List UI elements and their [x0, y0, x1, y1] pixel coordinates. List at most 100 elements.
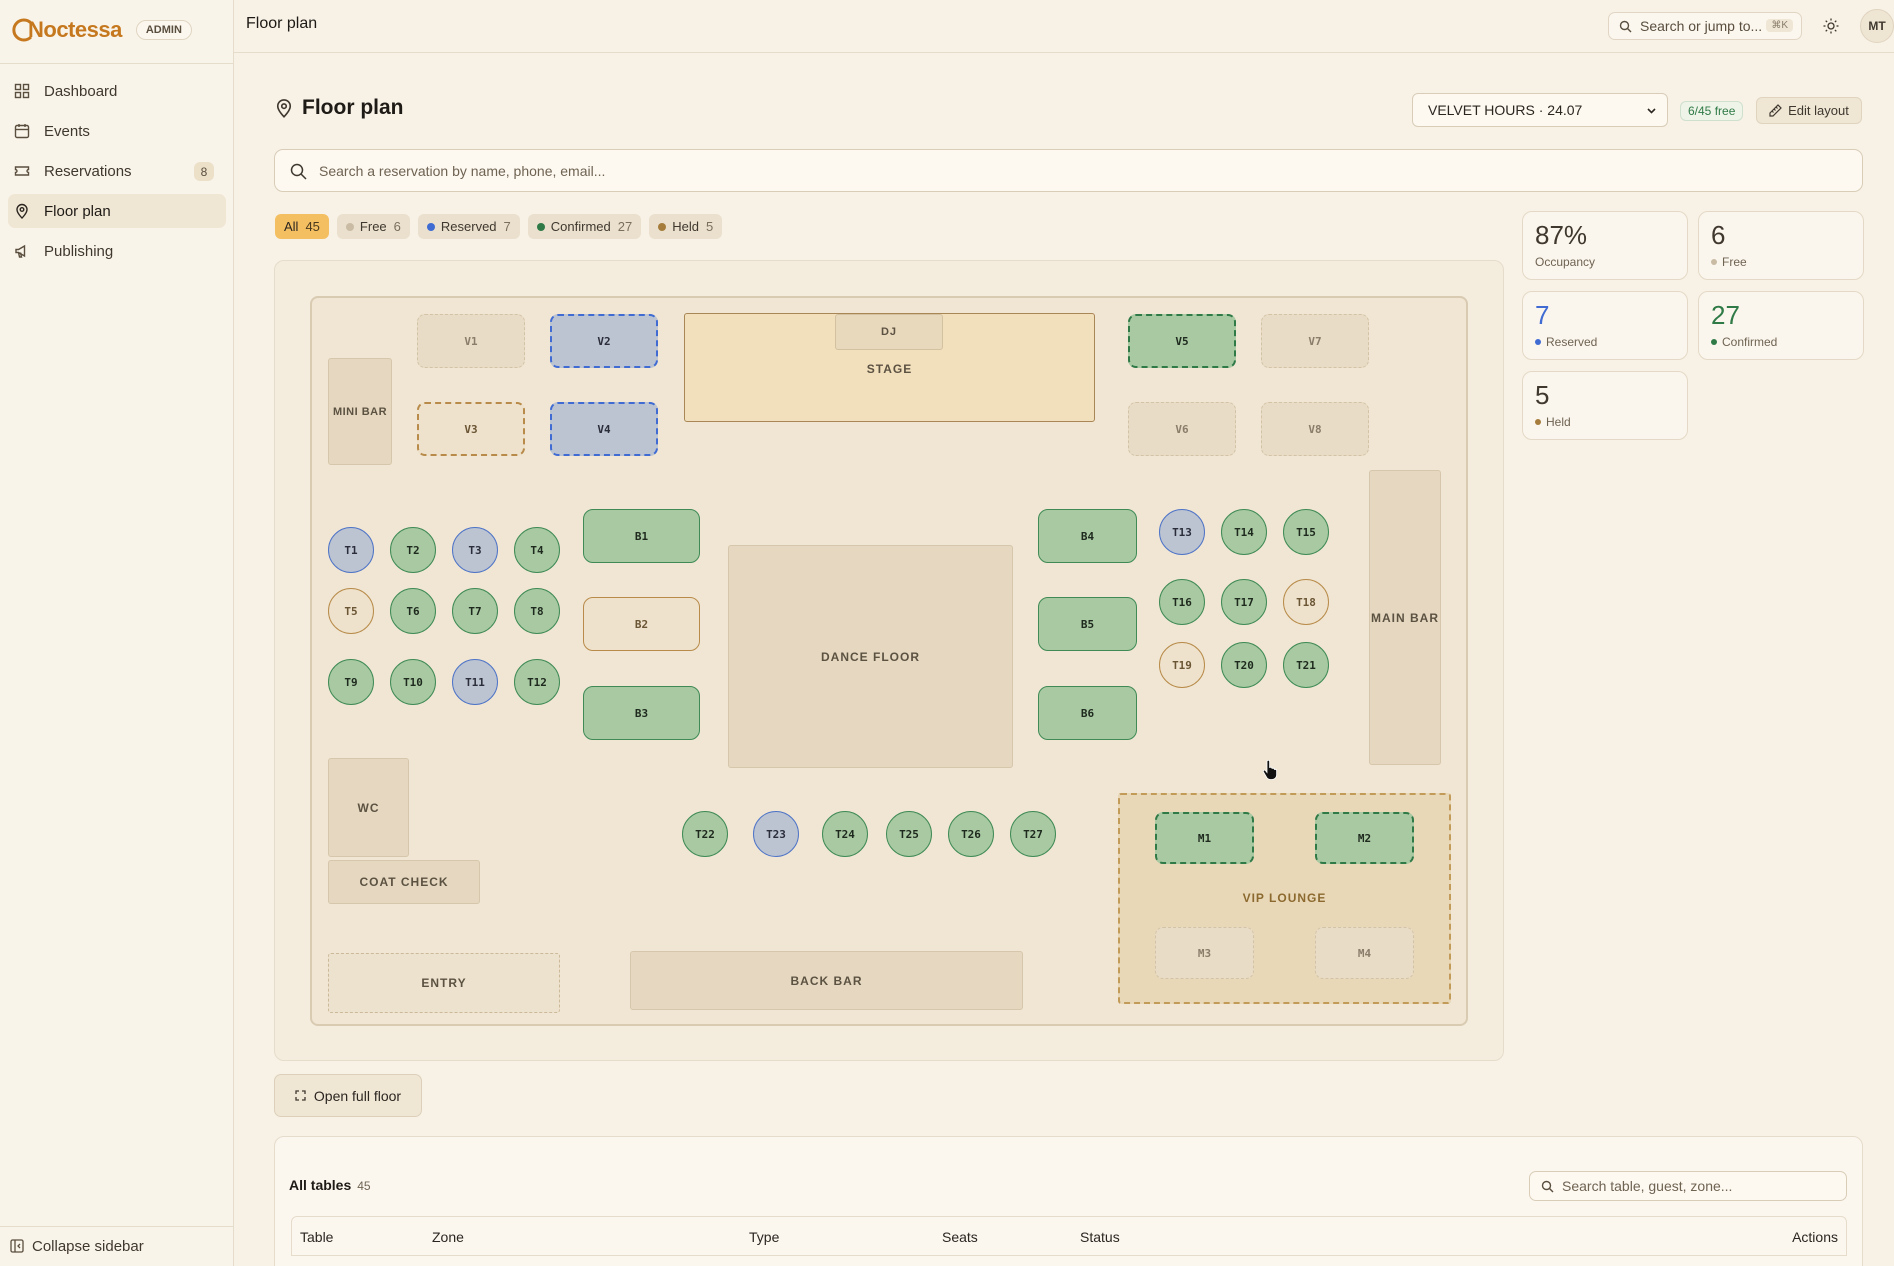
topbar: Floor plan Search or jump to... ⌘K MT: [234, 0, 1894, 53]
stat-label-text: Reserved: [1546, 335, 1598, 349]
stat-label-text: Occupancy: [1535, 255, 1596, 269]
table-T5[interactable]: T5: [328, 588, 374, 634]
search-icon: [1619, 20, 1632, 33]
avatar[interactable]: MT: [1860, 9, 1894, 43]
table-T23[interactable]: T23: [753, 811, 799, 857]
table-T26[interactable]: T26: [948, 811, 994, 857]
table-V6[interactable]: V6: [1128, 402, 1236, 456]
status-dot: [658, 222, 667, 231]
sidebar-item-dashboard[interactable]: Dashboard: [8, 74, 226, 108]
filter-chip-reserved[interactable]: Reserved 7: [417, 214, 520, 239]
table-T21[interactable]: T21: [1283, 642, 1329, 688]
event-select[interactable]: VELVET HOURS · 24.07: [1412, 93, 1668, 127]
sidebar-item-reservations[interactable]: Reservations 8: [8, 154, 226, 188]
table-M2[interactable]: M2: [1315, 812, 1414, 864]
table-T24[interactable]: T24: [822, 811, 868, 857]
filter-chip-all[interactable]: All 45: [275, 214, 329, 239]
table-T10[interactable]: T10: [390, 659, 436, 705]
stat-occupancy: 87% Occupancy: [1522, 211, 1688, 280]
table-V3[interactable]: V3: [417, 402, 525, 456]
table-B3[interactable]: B3: [583, 686, 700, 740]
filter-chip-held[interactable]: Held 5: [649, 214, 723, 239]
chip-label: All: [284, 219, 299, 234]
table-B2[interactable]: B2: [583, 597, 700, 651]
table-T8[interactable]: T8: [514, 588, 560, 634]
table-T7[interactable]: T7: [452, 588, 498, 634]
reservation-search-input[interactable]: Search a reservation by name, phone, ema…: [274, 149, 1863, 192]
column-header-table[interactable]: Table: [300, 1229, 333, 1245]
table-V4[interactable]: V4: [550, 402, 658, 456]
theme-toggle-button[interactable]: [1820, 15, 1842, 37]
table-T17[interactable]: T17: [1221, 579, 1267, 625]
table-T19[interactable]: T19: [1159, 642, 1205, 688]
table-T11[interactable]: T11: [452, 659, 498, 705]
filter-chip-confirmed[interactable]: Confirmed 27: [527, 214, 642, 239]
zone-mini-bar: MINI BAR: [328, 358, 392, 465]
open-full-floor-label: Open full floor: [313, 1087, 402, 1104]
zone-entry: ENTRY: [328, 953, 560, 1013]
table-T22[interactable]: T22: [682, 811, 728, 857]
status-dot: [1711, 339, 1717, 345]
chip-count: 27: [617, 219, 633, 234]
chip-label: Free: [359, 219, 387, 234]
table-T2[interactable]: T2: [390, 527, 436, 573]
expand-icon: [295, 1090, 306, 1101]
table-T18[interactable]: T18: [1283, 579, 1329, 625]
reservation-search-placeholder: Search a reservation by name, phone, ema…: [319, 162, 606, 179]
stat-value: 6: [1711, 220, 1726, 250]
table-B5[interactable]: B5: [1038, 597, 1137, 651]
sidebar-item-floor-plan[interactable]: Floor plan: [8, 194, 226, 228]
event-select-value: VELVET HOURS · 24.07: [1428, 102, 1583, 118]
column-header-type[interactable]: Type: [749, 1229, 779, 1245]
table-M4[interactable]: M4: [1315, 927, 1414, 979]
zone-dance-floor: DANCE FLOOR: [728, 545, 1013, 768]
table-T6[interactable]: T6: [390, 588, 436, 634]
stat-free: 6 Free: [1698, 211, 1864, 280]
table-B4[interactable]: B4: [1038, 509, 1137, 563]
sidebar-item-publishing[interactable]: Publishing: [8, 234, 226, 268]
status-dot: [1535, 419, 1541, 425]
edit-layout-button[interactable]: Edit layout: [1756, 97, 1862, 124]
table-B6[interactable]: B6: [1038, 686, 1137, 740]
table-T1[interactable]: T1: [328, 527, 374, 573]
table-T12[interactable]: T12: [514, 659, 560, 705]
table-T13[interactable]: T13: [1159, 509, 1205, 555]
tables-search-input[interactable]: Search table, guest, zone...: [1529, 1171, 1847, 1201]
table-T14[interactable]: T14: [1221, 509, 1267, 555]
table-M1[interactable]: M1: [1155, 812, 1254, 864]
table-T20[interactable]: T20: [1221, 642, 1267, 688]
filter-chip-free[interactable]: Free 6: [336, 214, 410, 239]
open-full-floor-button[interactable]: Open full floor: [274, 1074, 422, 1117]
zone-coat-check: COAT CHECK: [328, 860, 480, 904]
global-search-input[interactable]: Search or jump to... ⌘K: [1608, 12, 1802, 40]
table-V1[interactable]: V1: [417, 314, 525, 368]
table-V8[interactable]: V8: [1261, 402, 1369, 456]
column-header-status[interactable]: Status: [1080, 1229, 1120, 1245]
stat-value: 87%: [1535, 220, 1588, 250]
collapse-sidebar-button[interactable]: Collapse sidebar: [10, 1238, 144, 1255]
table-T9[interactable]: T9: [328, 659, 374, 705]
all-tables-card: All tables 45 Search table, guest, zone.…: [274, 1136, 1863, 1266]
column-header-zone[interactable]: Zone: [432, 1229, 464, 1245]
table-T3[interactable]: T3: [452, 527, 498, 573]
status-dot: [345, 222, 354, 231]
brand[interactable]: Noctessa ADMIN: [12, 15, 192, 45]
search-icon: [290, 163, 307, 180]
table-T25[interactable]: T25: [886, 811, 932, 857]
table-V5[interactable]: V5: [1128, 314, 1236, 368]
column-header-seats[interactable]: Seats: [942, 1229, 978, 1245]
page-title: Floor plan: [302, 96, 404, 119]
sidebar-item-label: Publishing: [44, 242, 114, 260]
table-V2[interactable]: V2: [550, 314, 658, 368]
stat-label-text: Held: [1546, 415, 1571, 429]
table-B1[interactable]: B1: [583, 509, 700, 563]
stat-label: Reserved: [1535, 335, 1597, 349]
table-T16[interactable]: T16: [1159, 579, 1205, 625]
table-T27[interactable]: T27: [1010, 811, 1056, 857]
sidebar-item-events[interactable]: Events: [8, 114, 226, 148]
table-T15[interactable]: T15: [1283, 509, 1329, 555]
edit-layout-label: Edit layout: [1788, 103, 1849, 118]
table-V7[interactable]: V7: [1261, 314, 1369, 368]
table-T4[interactable]: T4: [514, 527, 560, 573]
table-M3[interactable]: M3: [1155, 927, 1254, 979]
